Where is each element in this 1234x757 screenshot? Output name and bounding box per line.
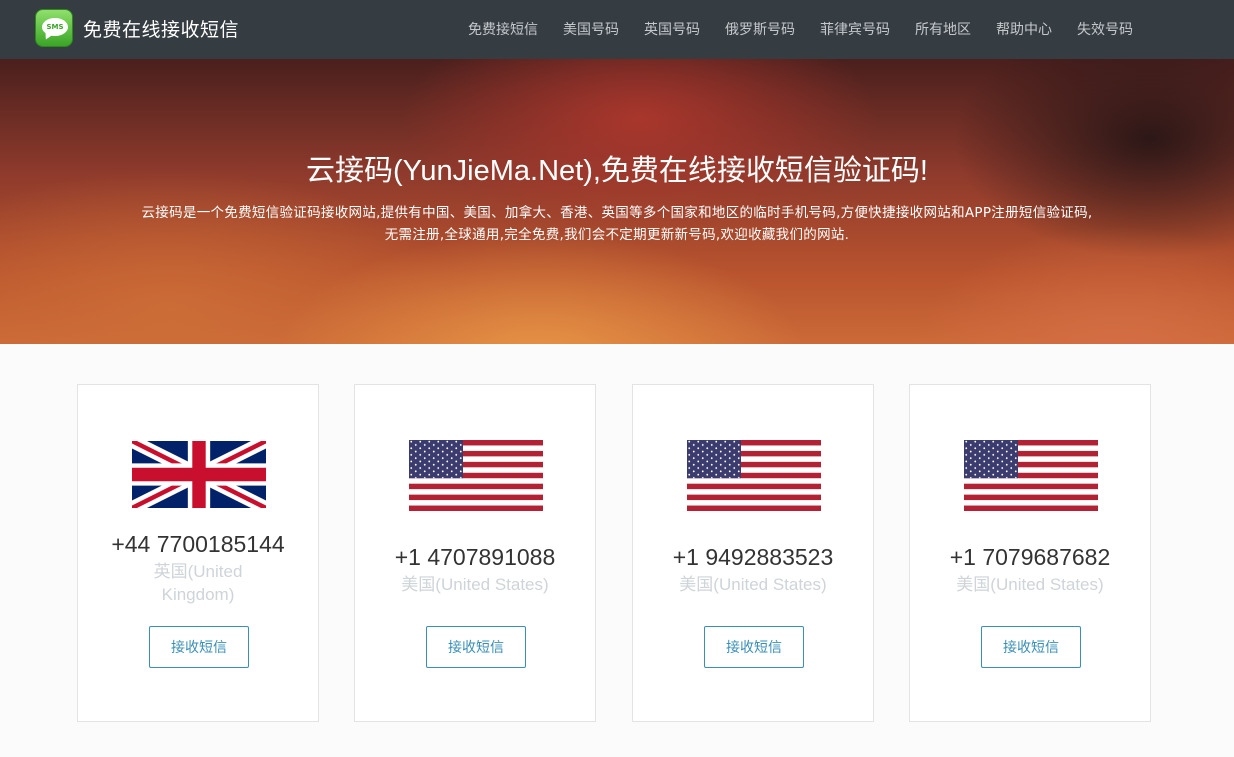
country-label: 英国(United Kingdom) — [153, 562, 243, 604]
top-navbar: SMS 免费在线接收短信 免费接短信 美国号码 英国号码 俄罗斯号码 菲律宾号码… — [0, 0, 1234, 59]
phone-number: +44 7700185144 — [111, 531, 285, 557]
nav-item-russia-numbers[interactable]: 俄罗斯号码 — [725, 19, 795, 39]
hero-banner: 云接码(YunJieMa.Net),免费在线接收短信验证码! 云接码是一个免费短… — [0, 59, 1234, 344]
hero-description-line-2: 无需注册,全球通用,完全免费,我们会不定期更新新号码,欢迎收藏我们的网站. — [384, 227, 850, 243]
phone-number: +1 7079687682 — [949, 544, 1111, 570]
nav-item-all-regions[interactable]: 所有地区 — [915, 19, 971, 39]
nav-item-expired-numbers[interactable]: 失效号码 — [1077, 19, 1133, 39]
phone-number: +1 4707891088 — [394, 544, 556, 570]
receive-sms-button[interactable]: 接收短信 — [704, 626, 804, 668]
uk-flag-icon — [132, 441, 266, 508]
country-label: 美国(United States) — [401, 575, 549, 594]
nav-item-philippines-numbers[interactable]: 菲律宾号码 — [820, 19, 890, 39]
nav-item-free-sms[interactable]: 免费接短信 — [468, 19, 538, 39]
nav-item-us-numbers[interactable]: 美国号码 — [563, 19, 619, 39]
nav-item-help-center[interactable]: 帮助中心 — [996, 19, 1052, 39]
nav-item-uk-numbers[interactable]: 英国号码 — [644, 19, 700, 39]
number-card-us-2: +1 9492883523 美国(United States) 接收短信 — [632, 384, 874, 722]
number-card-us-3: +1 7079687682 美国(United States) 接收短信 — [909, 384, 1151, 722]
us-flag-icon — [409, 440, 543, 511]
main-nav: 免费接短信 美国号码 英国号码 俄罗斯号码 菲律宾号码 所有地区 帮助中心 失效… — [0, 19, 1234, 39]
number-card-uk: +44 7700185144 英国(United Kingdom) 接收短信 — [77, 384, 319, 722]
number-card-us-1: +1 4707891088 美国(United States) 接收短信 — [354, 384, 596, 722]
us-flag-icon — [964, 440, 1098, 511]
phone-number: +1 9492883523 — [672, 544, 834, 570]
hero-title: 云接码(YunJieMa.Net),免费在线接收短信验证码! — [306, 155, 928, 187]
country-label: 美国(United States) — [956, 575, 1104, 594]
receive-sms-button[interactable]: 接收短信 — [981, 626, 1081, 668]
receive-sms-button[interactable]: 接收短信 — [149, 626, 249, 668]
us-flag-icon — [687, 440, 821, 511]
receive-sms-button[interactable]: 接收短信 — [426, 626, 526, 668]
hero-description: 云接码是一个免费短信验证码接收网站,提供有中国、美国、加拿大、香港、英国等多个国… — [30, 202, 1204, 246]
hero-description-line-1: 云接码是一个免费短信验证码接收网站,提供有中国、美国、加拿大、香港、英国等多个国… — [141, 205, 1093, 221]
country-label: 美国(United States) — [679, 575, 827, 594]
